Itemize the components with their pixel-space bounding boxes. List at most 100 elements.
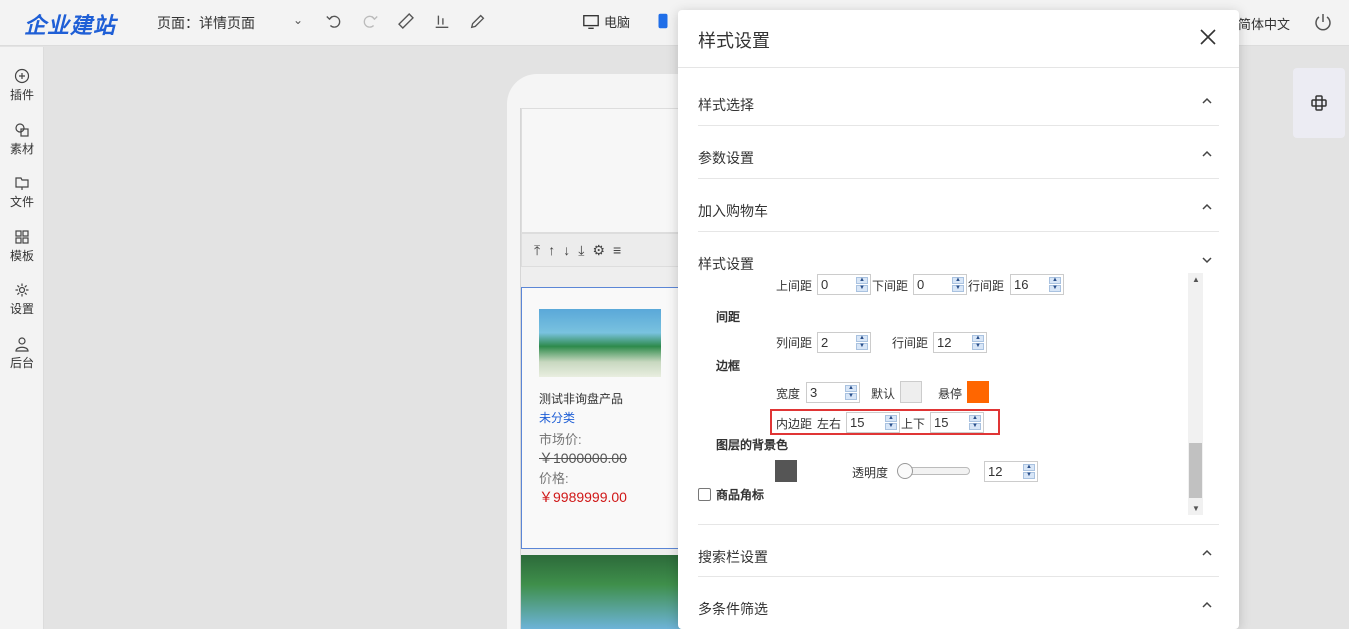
row-gap-value: 12 bbox=[937, 335, 952, 350]
section-label: 多条件筛选 bbox=[698, 601, 768, 617]
border-width-input[interactable]: 3 ▲ ▼ bbox=[806, 382, 860, 403]
scrollbar-thumb[interactable] bbox=[1189, 443, 1202, 498]
move-icon bbox=[1311, 95, 1327, 111]
filter-icon[interactable]: ≡ bbox=[613, 242, 621, 258]
col-gap-input[interactable]: 2 ▲ ▼ bbox=[817, 332, 871, 353]
badge-checkbox[interactable] bbox=[698, 488, 711, 501]
product-name[interactable]: 测试非询盘产品 bbox=[539, 390, 623, 407]
market-price: ￥1000000.00 bbox=[539, 450, 627, 466]
product-image bbox=[539, 309, 661, 377]
language-selector[interactable]: 简体中文 bbox=[1238, 14, 1290, 33]
opacity-slider[interactable] bbox=[897, 463, 970, 479]
ruler-icon[interactable] bbox=[395, 10, 417, 32]
top-margin-value: 0 bbox=[821, 277, 829, 292]
sidebar-item-label: 文件 bbox=[9, 195, 34, 209]
stepper-buttons[interactable]: ▲ ▼ bbox=[1049, 277, 1061, 292]
style-settings-dialog: 样式设置 样式选择 参数设置 加入购物车 样式设置 ▲ ▼ 搜索栏设置 多条件筛… bbox=[678, 10, 1239, 629]
section-label: 样式选择 bbox=[698, 97, 754, 113]
stepper-buttons[interactable]: ▲ ▼ bbox=[952, 277, 964, 292]
sidebar-item-plugins[interactable]: 插件 bbox=[0, 68, 44, 103]
mobile-icon bbox=[658, 13, 668, 29]
section-label: 样式设置 bbox=[698, 256, 754, 272]
block-toolbar: ⤒ ↑ ↓ ⤓ ⚙ ≡ bbox=[521, 233, 681, 267]
line-gap-input[interactable]: 16 ▲ ▼ bbox=[1010, 274, 1064, 295]
dialog-title: 样式设置 bbox=[698, 31, 770, 51]
edit-icon[interactable] bbox=[467, 10, 489, 32]
stepper-buttons[interactable]: ▲ ▼ bbox=[972, 335, 984, 350]
power-icon[interactable] bbox=[1313, 12, 1333, 32]
user-icon bbox=[15, 337, 29, 352]
badge-label: 商品角标 bbox=[716, 488, 765, 502]
gear-icon bbox=[15, 283, 29, 297]
sidebar-item-files[interactable]: 文件 bbox=[0, 175, 44, 210]
slider-knob[interactable] bbox=[897, 463, 913, 479]
monitor-icon bbox=[583, 14, 599, 29]
border-heading: 边框 bbox=[716, 359, 741, 373]
chevron-up-icon bbox=[1202, 601, 1212, 608]
arrow-up-icon[interactable]: ↑ bbox=[548, 242, 555, 258]
sidebar-item-label: 模板 bbox=[9, 249, 34, 263]
sidebar-item-materials[interactable]: 素材 bbox=[0, 122, 44, 157]
stepper-buttons[interactable]: ▲ ▼ bbox=[1023, 464, 1035, 479]
top-margin-input[interactable]: 0 ▲ ▼ bbox=[817, 274, 871, 295]
move-top-icon[interactable]: ⤒ bbox=[534, 242, 540, 259]
opacity-value: 12 bbox=[988, 464, 1003, 479]
bottom-margin-value: 0 bbox=[917, 277, 925, 292]
sidebar-item-templates[interactable]: 模板 bbox=[0, 229, 44, 264]
sidebar-item-backend[interactable]: 后台 bbox=[0, 336, 44, 371]
phone-header-block[interactable] bbox=[521, 108, 681, 233]
opacity-input[interactable]: 12 ▲ ▼ bbox=[984, 461, 1038, 482]
chevron-up-icon bbox=[1202, 97, 1212, 104]
floating-tool-button[interactable] bbox=[1293, 68, 1345, 138]
opacity-label: 透明度 bbox=[852, 466, 889, 480]
chevron-up-icon bbox=[1202, 549, 1212, 556]
section-label: 参数设置 bbox=[698, 150, 754, 166]
redo-icon[interactable] bbox=[359, 10, 381, 32]
product-category[interactable]: 未分类 bbox=[539, 409, 575, 426]
row-gap-label: 行间距 bbox=[892, 336, 929, 350]
section-style-select[interactable]: 样式选择 bbox=[698, 73, 1219, 126]
section-cart[interactable]: 加入购物车 bbox=[698, 179, 1219, 232]
sidebar-item-label: 素材 bbox=[9, 142, 34, 156]
sidebar-item-settings[interactable]: 设置 bbox=[0, 282, 44, 317]
row-gap-input[interactable]: 12 ▲ ▼ bbox=[933, 332, 987, 353]
hover-color-label: 悬停 bbox=[938, 387, 963, 401]
section-filter[interactable]: 多条件筛选 bbox=[698, 577, 1219, 629]
move-bottom-icon[interactable]: ⤓ bbox=[578, 242, 584, 259]
left-sidebar: 插件 素材 文件 模板 设置 后台 bbox=[0, 47, 44, 629]
device-pc-label: 电脑 bbox=[604, 15, 631, 30]
stepper-buttons[interactable]: ▲ ▼ bbox=[856, 335, 868, 350]
section-search-bar[interactable]: 搜索栏设置 bbox=[698, 524, 1219, 577]
device-pc-button[interactable]: 电脑 bbox=[582, 12, 630, 31]
device-mobile-button[interactable] bbox=[654, 12, 672, 30]
bottom-margin-input[interactable]: 0 ▲ ▼ bbox=[913, 274, 967, 295]
settings-icon[interactable]: ⚙ bbox=[592, 242, 605, 259]
scroll-up-icon[interactable]: ▲ bbox=[1192, 275, 1200, 284]
close-icon[interactable] bbox=[1199, 28, 1217, 46]
scrollbar[interactable]: ▲ ▼ bbox=[1188, 273, 1203, 515]
product-image bbox=[521, 555, 681, 629]
sidebar-item-label: 设置 bbox=[9, 302, 34, 316]
stepper-buttons[interactable]: ▲ ▼ bbox=[845, 385, 857, 400]
default-color-swatch[interactable] bbox=[900, 381, 922, 403]
align-bottom-icon[interactable] bbox=[431, 10, 453, 32]
hover-color-swatch[interactable] bbox=[967, 381, 989, 403]
chevron-down-icon: ⌄ bbox=[292, 13, 303, 27]
dialog-divider bbox=[678, 67, 1239, 68]
site-logo: 企业建站 bbox=[24, 13, 117, 38]
undo-icon[interactable] bbox=[323, 10, 345, 32]
plus-circle-icon bbox=[14, 68, 30, 84]
section-params[interactable]: 参数设置 bbox=[698, 126, 1219, 179]
stepper-buttons[interactable]: ▲ ▼ bbox=[856, 277, 868, 292]
layer-bg-swatch[interactable] bbox=[775, 460, 797, 482]
shapes-icon bbox=[15, 123, 29, 137]
line-gap-value: 16 bbox=[1014, 277, 1029, 292]
spacing-heading: 间距 bbox=[716, 310, 741, 324]
section-label: 搜索栏设置 bbox=[698, 549, 768, 565]
arrow-down-icon[interactable]: ↓ bbox=[563, 242, 570, 258]
sidebar-item-label: 插件 bbox=[9, 88, 34, 102]
section-label: 加入购物车 bbox=[698, 203, 768, 219]
scroll-down-icon[interactable]: ▼ bbox=[1192, 504, 1200, 513]
col-gap-value: 2 bbox=[821, 335, 829, 350]
page-selector[interactable]: 页面：详情页面 ⌄ bbox=[157, 13, 305, 33]
